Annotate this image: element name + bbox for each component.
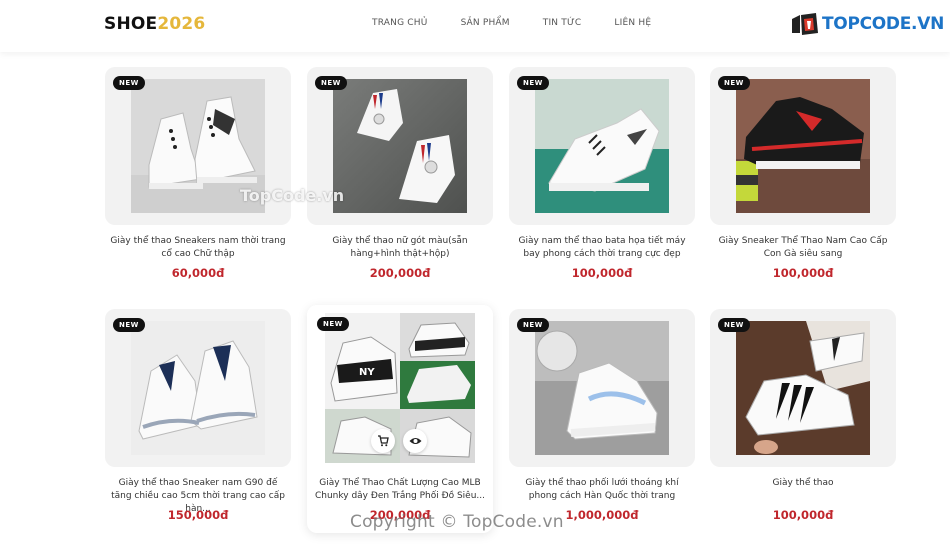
copyright-watermark: Copyright © TopCode.vn bbox=[350, 512, 564, 532]
nav-item-news[interactable]: TIN TỨC bbox=[543, 18, 582, 28]
svg-text:NY: NY bbox=[359, 367, 375, 378]
new-badge: NEW bbox=[718, 76, 750, 90]
new-badge: NEW bbox=[317, 317, 349, 331]
nav-item-contact[interactable]: LIÊN HỆ bbox=[614, 18, 651, 28]
new-badge: NEW bbox=[113, 76, 145, 90]
main-nav: TRANG CHỦ SẢN PHẨM TIN TỨC LIÊN HỆ bbox=[372, 18, 684, 28]
new-badge: NEW bbox=[113, 318, 145, 332]
product-title[interactable]: Giày Sneaker Thể Thao Nam Cao Cấp Con Gà… bbox=[714, 235, 892, 261]
topcode-brand: TOPCODE.VN bbox=[790, 10, 944, 38]
product-price: 100,000đ bbox=[772, 508, 834, 522]
brand-text: TOPCODE.VN bbox=[822, 14, 945, 34]
site-header: SHOE2026 TRANG CHỦ SẢN PHẨM TIN TỨC LIÊN… bbox=[0, 0, 950, 52]
product-price: 100,000đ bbox=[571, 266, 633, 280]
product-price: 60,000đ bbox=[171, 266, 225, 280]
nav-item-products[interactable]: SẢN PHẨM bbox=[461, 18, 510, 28]
product-photo[interactable] bbox=[131, 321, 265, 455]
nav-item-home[interactable]: TRANG CHỦ bbox=[372, 18, 428, 28]
quick-view-button[interactable] bbox=[403, 429, 427, 453]
product-title[interactable]: Giày thể thao Sneakers nam thời trang cổ… bbox=[109, 235, 287, 261]
product-photo[interactable] bbox=[736, 79, 870, 213]
product-title[interactable]: Giày thể thao phối lưới thoáng khí phong… bbox=[513, 477, 691, 503]
new-badge: NEW bbox=[517, 318, 549, 332]
logo-text-year: 2026 bbox=[157, 14, 206, 34]
product-photo[interactable] bbox=[535, 321, 669, 455]
new-badge: NEW bbox=[718, 318, 750, 332]
product-title[interactable]: Giày Thể Thao Chất Lượng Cao MLB Chunky … bbox=[311, 477, 489, 503]
watermark-text: TopCode.vn bbox=[240, 186, 345, 205]
product-photo[interactable] bbox=[736, 321, 870, 455]
product-price: 200,000đ bbox=[369, 266, 431, 280]
product-card-hovered[interactable]: NY NEW Giày Thể Thao Chất Lượng Cao MLB … bbox=[307, 305, 493, 533]
eye-icon bbox=[409, 438, 421, 444]
add-to-cart-button[interactable] bbox=[371, 429, 395, 453]
product-title[interactable]: Giày thể thao bbox=[714, 477, 892, 490]
product-title[interactable]: Giày nam thể thao bata họa tiết máy bay … bbox=[513, 235, 691, 261]
product-photo[interactable] bbox=[333, 79, 467, 213]
brand-logo-icon bbox=[790, 11, 820, 37]
new-badge: NEW bbox=[315, 76, 347, 90]
logo-text-main: SHOE bbox=[104, 14, 158, 34]
site-logo[interactable]: SHOE2026 bbox=[104, 14, 205, 34]
product-photo[interactable] bbox=[535, 79, 669, 213]
product-price: 150,000đ bbox=[167, 508, 229, 522]
product-title[interactable]: Giày thể thao nữ gót màu(sẵn hàng+hình t… bbox=[311, 235, 489, 261]
new-badge: NEW bbox=[517, 76, 549, 90]
product-price: 100,000đ bbox=[772, 266, 834, 280]
product-actions bbox=[371, 429, 427, 453]
cart-icon bbox=[378, 435, 389, 447]
